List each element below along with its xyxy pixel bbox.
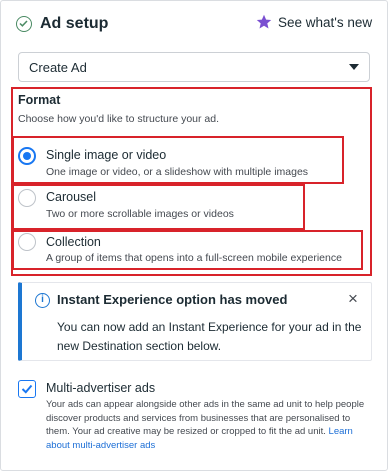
radio-carousel[interactable]: [18, 189, 36, 207]
notice-title: Instant Experience option has moved: [57, 292, 288, 307]
multi-advertiser-description: Your ads can appear alongside other ads …: [46, 398, 376, 453]
multi-advertiser-body-text: Your ads can appear alongside other ads …: [46, 399, 365, 438]
format-heading: Format: [18, 93, 61, 107]
option-title-single-image[interactable]: Single image or video: [46, 148, 166, 162]
see-whats-new-link[interactable]: See what's new: [278, 15, 372, 30]
star-icon: [256, 14, 272, 29]
section-title: Ad setup: [40, 15, 109, 32]
ad-setup-panel: Ad setup See what's new Create Ad Format…: [0, 0, 388, 471]
checkmark-icon: [21, 384, 33, 394]
format-subheading: Choose how you'd like to structure your …: [18, 113, 220, 125]
dropdown-selected-value: Create Ad: [29, 60, 87, 75]
instant-experience-notice: i Instant Experience option has moved × …: [18, 282, 372, 361]
check-circle-icon: [16, 16, 32, 32]
notice-body: You can now add an Instant Experience fo…: [57, 320, 362, 353]
option-description-carousel: Two or more scrollable images or videos: [46, 208, 234, 220]
info-icon: i: [35, 293, 50, 308]
option-title-collection[interactable]: Collection: [46, 235, 101, 249]
close-icon[interactable]: ×: [348, 289, 358, 309]
ad-creation-dropdown[interactable]: Create Ad: [18, 52, 370, 82]
radio-single-image-or-video[interactable]: [18, 147, 36, 165]
option-description-collection: A group of items that opens into a full-…: [46, 252, 342, 264]
option-title-carousel[interactable]: Carousel: [46, 190, 96, 204]
caret-down-icon: [349, 64, 359, 70]
multi-advertiser-title: Multi-advertiser ads: [46, 381, 156, 395]
option-description-single-image: One image or video, or a slideshow with …: [46, 166, 309, 178]
radio-collection[interactable]: [18, 233, 36, 251]
multi-advertiser-checkbox[interactable]: [18, 380, 36, 398]
